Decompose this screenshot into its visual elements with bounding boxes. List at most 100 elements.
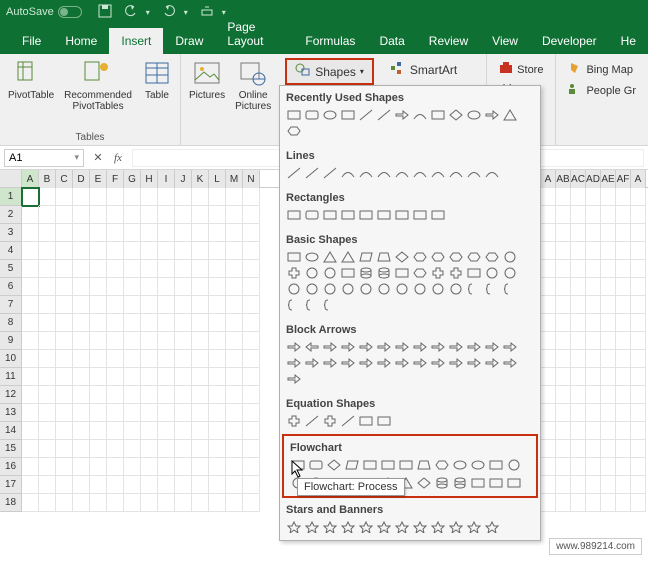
cell[interactable] (631, 188, 646, 206)
shape-arrow[interactable] (502, 356, 518, 370)
cell[interactable] (586, 332, 601, 350)
cell[interactable] (209, 422, 226, 440)
cell[interactable] (90, 188, 107, 206)
shape-hex[interactable] (286, 124, 302, 138)
cell[interactable] (601, 224, 616, 242)
tab-draw[interactable]: Draw (163, 28, 215, 54)
shape-hex[interactable] (412, 250, 428, 264)
cell[interactable] (56, 314, 73, 332)
shape-rect[interactable] (412, 208, 428, 222)
shape-circle[interactable] (430, 282, 446, 296)
cell[interactable] (22, 386, 39, 404)
cell[interactable] (586, 314, 601, 332)
cell[interactable] (90, 332, 107, 350)
shape-arrow[interactable] (304, 356, 320, 370)
cell[interactable] (90, 404, 107, 422)
cell[interactable] (39, 224, 56, 242)
cell[interactable] (39, 386, 56, 404)
cell[interactable] (73, 368, 90, 386)
cell[interactable] (226, 314, 243, 332)
tab-help[interactable]: He (609, 28, 648, 54)
cell[interactable] (141, 368, 158, 386)
cell[interactable] (571, 314, 586, 332)
cell[interactable] (124, 458, 141, 476)
shape-trap[interactable] (416, 458, 432, 472)
name-box[interactable]: A1▾ (4, 149, 84, 167)
shape-rect[interactable] (380, 458, 396, 472)
cell[interactable] (158, 242, 175, 260)
cell[interactable] (586, 494, 601, 512)
row-header[interactable]: 18 (0, 494, 22, 512)
shape-arrow[interactable] (448, 340, 464, 354)
cell[interactable] (631, 494, 646, 512)
row-header[interactable]: 12 (0, 386, 22, 404)
cell[interactable] (601, 458, 616, 476)
cell[interactable] (141, 314, 158, 332)
shape-cyl[interactable] (434, 476, 450, 490)
cell[interactable] (243, 494, 260, 512)
cell[interactable] (107, 404, 124, 422)
cell[interactable] (541, 476, 556, 494)
shape-line[interactable] (286, 166, 302, 180)
cell[interactable] (243, 440, 260, 458)
tab-insert[interactable]: Insert (109, 28, 163, 54)
shape-diamond[interactable] (416, 476, 432, 490)
cell[interactable] (601, 278, 616, 296)
cell[interactable] (226, 350, 243, 368)
cell[interactable] (73, 296, 90, 314)
cell[interactable] (73, 206, 90, 224)
cell[interactable] (39, 332, 56, 350)
column-header[interactable]: AF (616, 170, 631, 188)
cell[interactable] (141, 242, 158, 260)
cell[interactable] (192, 422, 209, 440)
cell[interactable] (73, 350, 90, 368)
shape-plus[interactable] (286, 266, 302, 280)
cell[interactable] (556, 206, 571, 224)
cell[interactable] (22, 242, 39, 260)
cell[interactable] (141, 404, 158, 422)
cell[interactable] (616, 494, 631, 512)
cell[interactable] (107, 494, 124, 512)
shape-rect[interactable] (358, 414, 374, 428)
cell[interactable] (571, 494, 586, 512)
tab-data[interactable]: Data (367, 28, 416, 54)
cell[interactable] (73, 476, 90, 494)
tab-developer[interactable]: Developer (530, 28, 609, 54)
shape-rect[interactable] (376, 208, 392, 222)
cell[interactable] (124, 188, 141, 206)
cell[interactable] (107, 278, 124, 296)
shape-arrow[interactable] (412, 356, 428, 370)
shape-curve[interactable] (412, 108, 428, 122)
row-header[interactable]: 2 (0, 206, 22, 224)
cell[interactable] (141, 476, 158, 494)
cell[interactable] (243, 224, 260, 242)
shape-para[interactable] (344, 458, 360, 472)
cell[interactable] (616, 386, 631, 404)
cell[interactable] (601, 296, 616, 314)
shape-plus[interactable] (286, 414, 302, 428)
cell[interactable] (209, 278, 226, 296)
shape-line[interactable] (358, 108, 374, 122)
column-header[interactable]: A (631, 170, 646, 188)
cell[interactable] (90, 260, 107, 278)
cell[interactable] (73, 440, 90, 458)
shape-cyl[interactable] (358, 266, 374, 280)
cell[interactable] (73, 386, 90, 404)
cell[interactable] (616, 368, 631, 386)
shape-circle[interactable] (322, 282, 338, 296)
shape-star[interactable] (412, 520, 428, 534)
cell[interactable] (541, 368, 556, 386)
shape-ellipse[interactable] (470, 458, 486, 472)
shape-brace[interactable] (304, 298, 320, 312)
cell[interactable] (73, 404, 90, 422)
cell[interactable] (175, 242, 192, 260)
shape-brace[interactable] (502, 282, 518, 296)
cell[interactable] (541, 494, 556, 512)
column-header[interactable]: M (226, 170, 243, 188)
cell[interactable] (158, 440, 175, 458)
cell[interactable] (175, 368, 192, 386)
shape-rect[interactable] (394, 266, 410, 280)
shape-star[interactable] (322, 520, 338, 534)
cell[interactable] (571, 188, 586, 206)
cell[interactable] (73, 242, 90, 260)
